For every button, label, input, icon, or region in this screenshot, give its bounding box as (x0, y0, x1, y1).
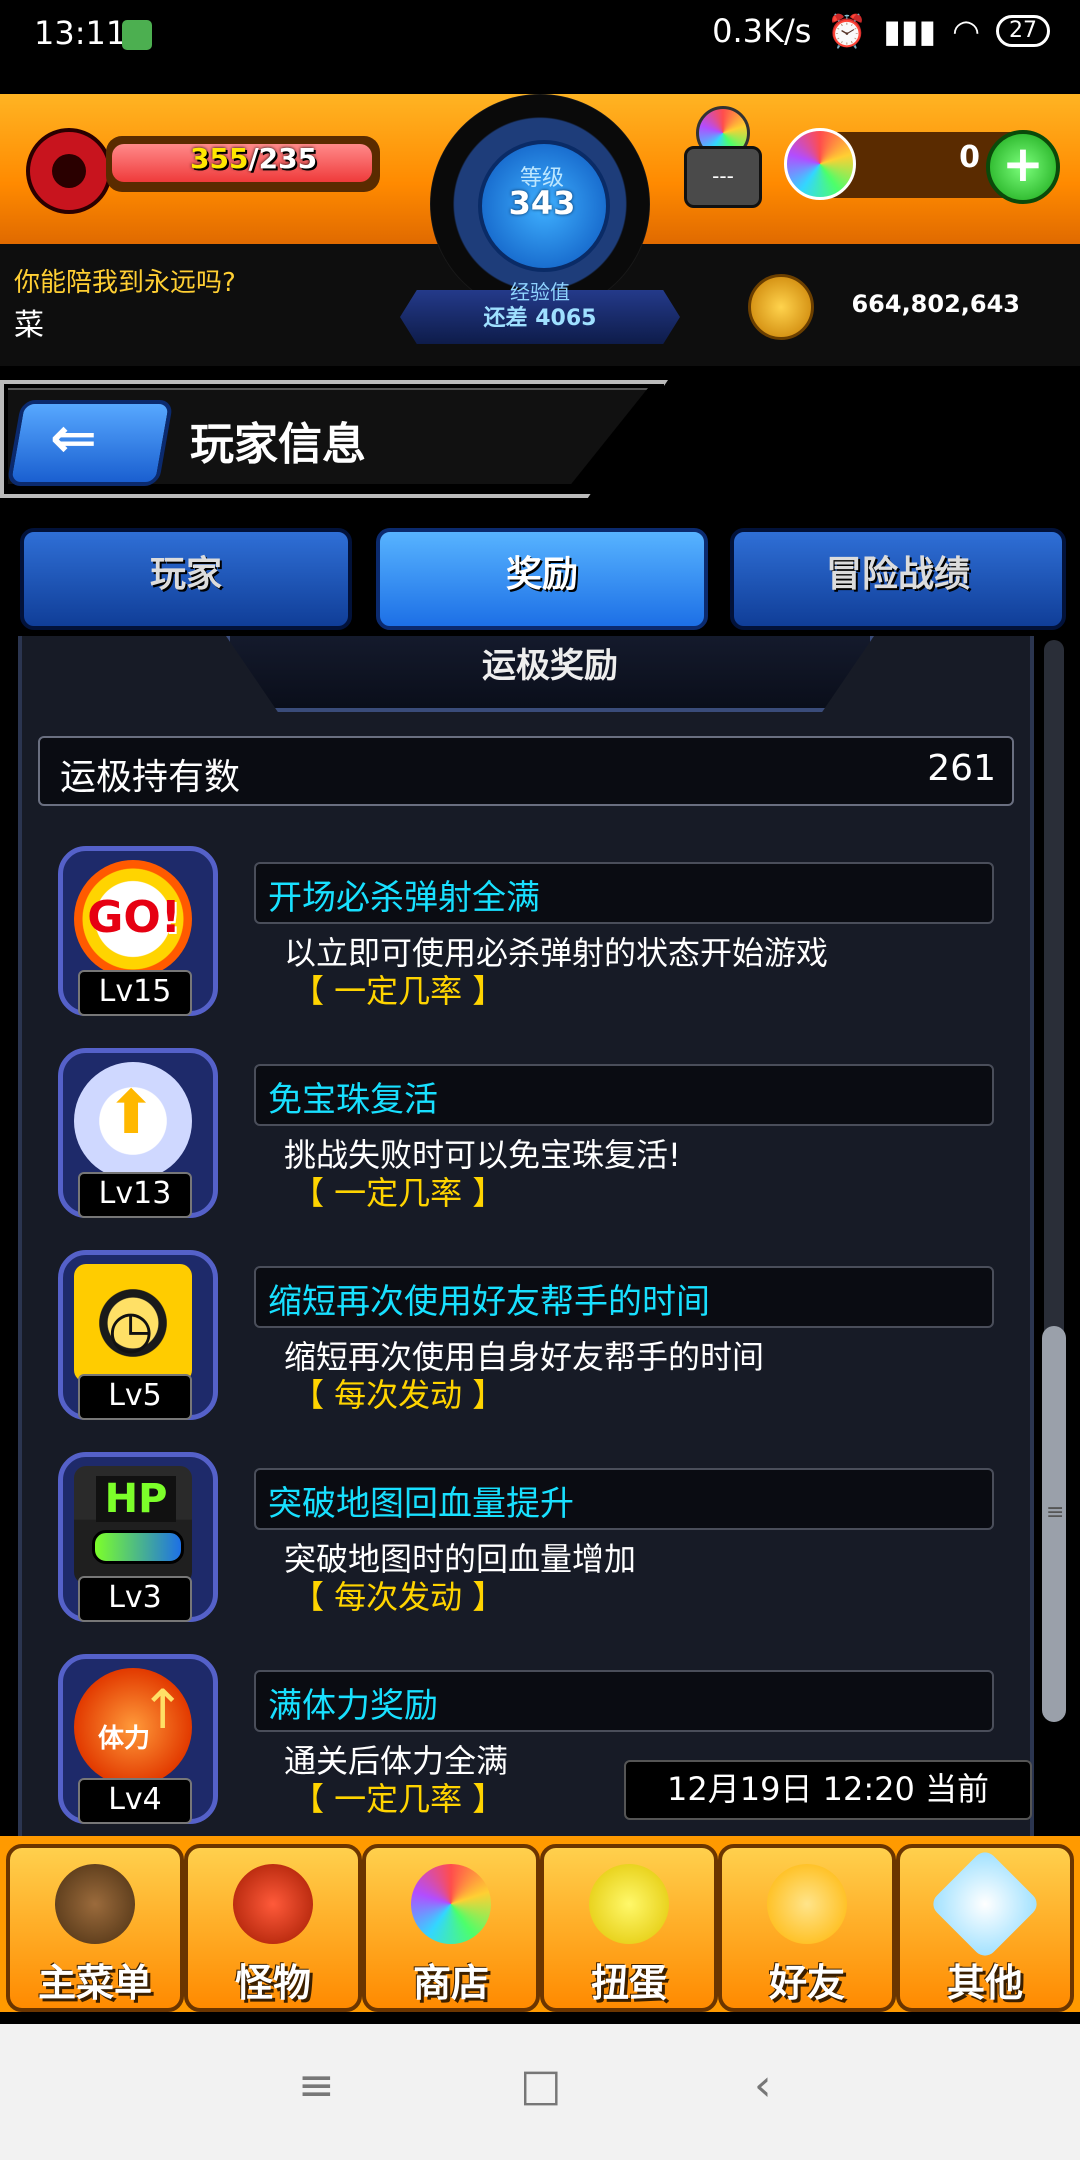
home-icon[interactable]: □ (520, 2060, 562, 2111)
rainbow-orb-icon (784, 128, 856, 200)
clock-icon: ◷ (108, 1300, 154, 1360)
exp-remaining: 还差 4065 (483, 306, 597, 331)
nav-main-menu[interactable]: 主菜单 (6, 1844, 184, 2012)
friends-icon (767, 1864, 847, 1944)
nav-friends[interactable]: 好友 (718, 1844, 896, 2012)
tab-player[interactable]: 玩家 (20, 528, 352, 630)
reward-level: Lv4 (78, 1778, 192, 1824)
gate-icon (55, 1864, 135, 1944)
add-orb-button[interactable]: + (986, 130, 1060, 204)
level-value: 343 (508, 184, 576, 222)
reward-rate: 【 一定几率 】 (292, 1780, 505, 1818)
reward-rate: 【 每次发动 】 (292, 1578, 505, 1616)
reward-title-box: 满体力奖励 (254, 1670, 994, 1732)
app-notification-icon (122, 20, 152, 50)
rainbow-orb-icon (411, 1864, 491, 1944)
reward-level: Lv3 (78, 1576, 192, 1622)
orb-lock-icon[interactable]: --- (678, 106, 762, 208)
reward-title: 开场必杀弹射全满 (268, 878, 540, 918)
reward-title-box: 突破地图回血量提升 (254, 1468, 994, 1530)
nav-label: 怪物 (234, 1961, 311, 2005)
status-bar: 13:11 0.3K/s ⏰ ▮▮▮ ◠ 27 (0, 0, 1080, 76)
luck-count-row: 运极持有数 261 (38, 736, 1014, 806)
nav-other[interactable]: 其他 (896, 1844, 1074, 2012)
reward-title-box: 缩短再次使用好友帮手的时间 (254, 1266, 994, 1328)
nav-label: 其他 (946, 1961, 1023, 2005)
reward-level: Lv15 (78, 970, 192, 1016)
player-name: 菜 (14, 308, 44, 343)
nav-label: 商店 (412, 1961, 489, 2005)
page-title: 玩家信息 (190, 419, 366, 470)
question-icon (928, 1847, 1042, 1961)
hp-gauge-icon (92, 1530, 184, 1564)
battery-icon: 27 (996, 15, 1050, 47)
luck-count-label: 运极持有数 (60, 757, 241, 798)
player-title: 你能陪我到永远吗? (14, 268, 236, 298)
recent-apps-icon[interactable]: ≡ (298, 2060, 335, 2111)
reward-item: ◷ Lv5 缩短再次使用好友帮手的时间 缩短再次使用自身好友帮手的时间 【 每次… (22, 1250, 1030, 1450)
coin-icon (748, 274, 814, 340)
scroll-grip-icon: ≡ (1046, 1500, 1065, 1525)
up-arrow-icon: ↑ (140, 1678, 186, 1741)
reward-rate: 【 一定几率 】 (292, 1174, 505, 1212)
orb-lock-label: --- (684, 146, 762, 208)
up-arrow-icon: ⬆ (106, 1078, 157, 1148)
tab-adventure-record[interactable]: 冒险战绩 (730, 528, 1066, 630)
reward-level: Lv13 (78, 1172, 192, 1218)
nav-label: 好友 (768, 1961, 845, 2005)
page-title-bar: ⇐ 玩家信息 (0, 370, 680, 500)
coin-count: 664,802,643 (851, 290, 1020, 318)
reward-title: 缩短再次使用好友帮手的时间 (268, 1282, 710, 1322)
nav-shop[interactable]: 商店 (362, 1844, 540, 2012)
reward-item: HP Lv3 突破地图回血量提升 突破地图时的回血量增加 【 每次发动 】 (22, 1452, 1030, 1652)
reward-item: ⬆ Lv13 免宝珠复活 挑战失败时可以免宝珠复活! 【 一定几率 】 (22, 1048, 1030, 1248)
back-arrow-icon: ⇐ (50, 406, 97, 471)
nav-monsters[interactable]: 怪物 (184, 1844, 362, 2012)
nav-label: 扭蛋 (590, 1961, 667, 2005)
dragon-icon (233, 1864, 313, 1944)
reward-rate: 【 一定几率 】 (292, 972, 505, 1010)
egg-icon (589, 1864, 669, 1944)
reward-title: 突破地图回血量提升 (268, 1484, 574, 1524)
reward-level: Lv5 (78, 1374, 192, 1420)
signal-icon: ▮▮▮ (883, 12, 937, 50)
stamina-current: 355 (190, 142, 249, 175)
stamina-value: 355/235 (190, 142, 317, 175)
rewards-panel: 运极奖励 运极持有数 261 GO! Lv15 开场必杀弹射全满 以立即可使用必… (18, 636, 1034, 1836)
stamina-max: /235 (248, 142, 318, 175)
nav-label: 主菜单 (37, 1961, 152, 2005)
orb-count: 0 (959, 140, 980, 175)
system-nav-bar: ≡ □ ‹ (0, 2024, 1080, 2160)
reward-title: 免宝珠复活 (268, 1080, 438, 1120)
wifi-icon: ◠ (952, 12, 980, 50)
nav-gacha[interactable]: 扭蛋 (540, 1844, 718, 2012)
status-right: 0.3K/s ⏰ ▮▮▮ ◠ 27 (712, 12, 1050, 50)
game-header: 355/235 等级 343 经验值 还差 4065 --- 0 + 你能陪我到… (0, 76, 1080, 366)
network-speed: 0.3K/s (712, 12, 812, 50)
reward-item: GO! Lv15 开场必杀弹射全满 以立即可使用必杀弹射的状态开始游戏 【 一定… (22, 846, 1030, 1046)
go-burst-label: GO! (87, 892, 181, 943)
alarm-icon: ⏰ (827, 12, 868, 50)
timestamp: 12月19日 12:20 当前 (624, 1760, 1032, 1820)
reward-title-box: 免宝珠复活 (254, 1064, 994, 1126)
reward-rate: 【 每次发动 】 (292, 1376, 505, 1414)
luck-count-value: 261 (927, 748, 996, 789)
hp-label-icon: HP (96, 1476, 176, 1522)
reward-title: 满体力奖励 (268, 1686, 438, 1726)
tab-reward[interactable]: 奖励 (376, 528, 708, 630)
bottom-nav: 主菜单 怪物 商店 扭蛋 好友 其他 (0, 1836, 1080, 2012)
clock: 13:11 (34, 14, 127, 52)
back-icon[interactable]: ‹ (754, 2060, 772, 2111)
reward-title-box: 开场必杀弹射全满 (254, 862, 994, 924)
stamina-logo-icon (26, 128, 112, 214)
section-header: 运极奖励 (226, 636, 874, 712)
